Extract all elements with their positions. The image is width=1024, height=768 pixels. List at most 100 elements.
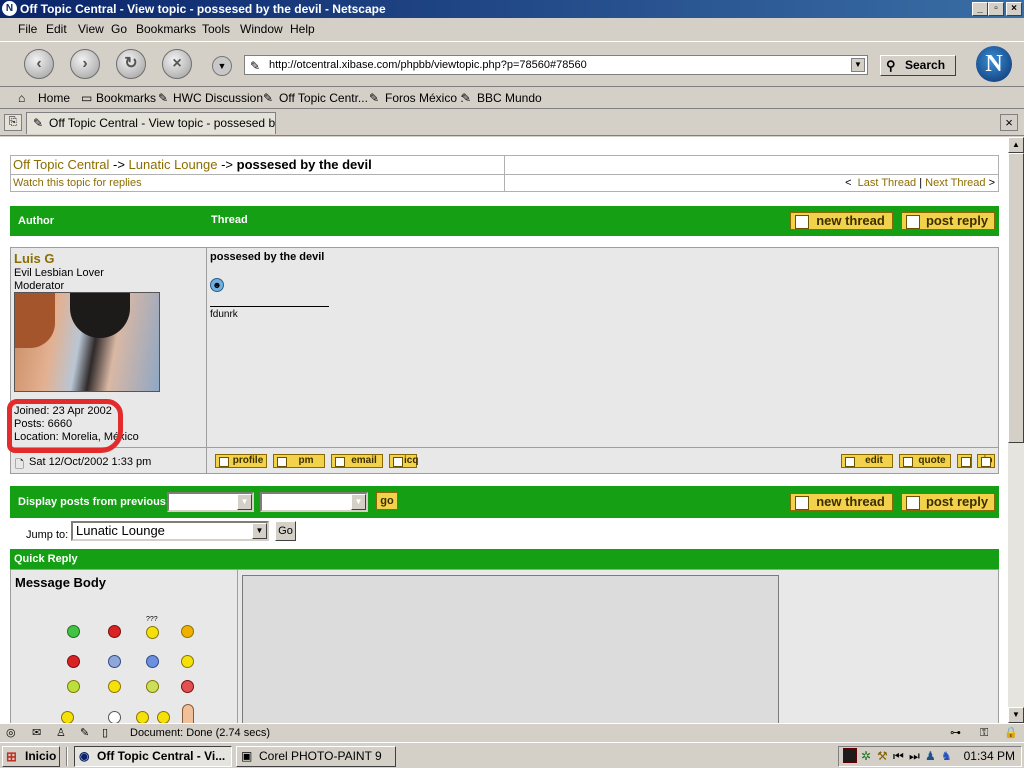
evil-smiley-icon[interactable] [67,655,80,668]
next-thread-link[interactable]: Next Thread [925,177,985,189]
tray-icon-tools[interactable]: ⚒ [877,747,888,766]
message-body-textarea[interactable] [242,575,779,723]
icq-button[interactable]: icq [389,454,418,468]
maximize-button[interactable]: ▫ [988,2,1004,16]
posts-order-select[interactable]: Oldest First ▼ [260,492,368,512]
menu-help[interactable]: Help [290,22,315,36]
breadcrumb-site-link[interactable]: Off Topic Central [13,157,109,172]
bookmark-link-icon: ✎ [263,91,274,105]
scroll-up-icon[interactable]: ▲ [1008,137,1024,153]
smile-smiley-icon[interactable] [181,655,194,668]
bookmark-foros[interactable]: Foros México : [385,91,464,105]
scroll-thumb[interactable] [1008,153,1024,443]
url-input[interactable]: ✎ http://otcentral.xibase.com/phpbb/view… [244,55,868,75]
tab-label: Off Topic Central - View topic - possese… [49,116,276,130]
media-next-icon[interactable]: ⏭ [909,747,920,766]
happy-smiley-icon[interactable] [108,680,121,693]
jump-go-button[interactable]: Go [275,521,296,541]
netscape-logo[interactable]: N [976,46,1012,82]
back-button[interactable]: ‹ [24,49,54,79]
minimize-button[interactable]: _ [972,2,988,16]
close-window-button[interactable]: × [1006,2,1022,16]
display-go-button[interactable]: go [376,492,398,510]
pm-button[interactable]: pm [273,454,325,468]
edit-button[interactable]: edit [841,454,893,468]
red-face-smiley-icon[interactable] [108,625,121,638]
mail-icon[interactable]: ✉ [32,724,41,742]
menu-go[interactable]: Go [111,22,127,36]
wink-smiley-icon[interactable] [136,711,149,723]
chevron-down-icon: ▼ [237,494,252,510]
forward-button[interactable]: › [70,49,100,79]
sad-smiley-icon[interactable] [146,655,159,668]
url-history-dropdown-icon[interactable]: ▼ [851,58,865,72]
new-tab-icon[interactable]: ⎘ [4,114,22,131]
bookmark-bbc[interactable]: BBC Mundo [477,91,542,105]
new-thread-button[interactable]: new thread [790,212,893,230]
nose-smiley-icon[interactable] [182,704,194,723]
cpu-meter-icon[interactable] [843,748,857,763]
last-thread-link[interactable]: Last Thread [858,177,917,189]
address-book-icon[interactable]: ▯ [102,724,108,742]
menu-view[interactable]: View [78,22,104,36]
post-author-link[interactable]: Luis G [14,251,54,266]
window-titlebar[interactable]: N Off Topic Central - View topic - posse… [0,0,1024,18]
bookmark-bookmarks[interactable]: Bookmarks [96,91,156,105]
menu-window[interactable]: Window [240,22,283,36]
red-highlight-marker [7,399,123,453]
home-icon[interactable]: ⌂ [18,91,25,105]
stop-button[interactable]: × [162,49,192,79]
watch-topic-link[interactable]: Watch this topic for replies [13,177,142,189]
wave-smiley-icon[interactable] [61,711,74,723]
bookmark-hwc[interactable]: HWC Discussion [173,91,263,105]
start-button[interactable]: ⊞ Inicio [2,746,60,767]
confused-smiley-icon[interactable] [146,626,159,639]
cool-smiley-icon[interactable] [181,625,194,638]
url-dropdown-icon[interactable]: ▼ [212,56,232,76]
instant-messenger-icon[interactable]: ♙ [56,724,66,742]
messenger-tray-icon[interactable]: ♟ [925,747,936,766]
grin-smiley-icon[interactable] [67,625,80,638]
mad-smiley-icon[interactable] [181,680,194,693]
delete-post-button[interactable]: x [957,454,972,468]
security-icon[interactable]: ⚿ [980,724,988,742]
jump-to-select[interactable]: Lunatic Lounge ▼ [71,521,269,541]
lock-icon[interactable]: 🔒 [1004,724,1018,742]
reload-button[interactable]: ↻ [116,49,146,79]
connection-icon: ⊶ [950,727,961,739]
laugh-smiley-icon[interactable] [157,711,170,723]
menu-bookmarks[interactable]: Bookmarks [136,22,196,36]
close-tab-button[interactable]: × [1000,114,1018,131]
vertical-scrollbar[interactable]: ▲ ▼ [1008,137,1024,723]
post-signature: fdunrk [210,309,238,320]
composer-icon[interactable]: ✎ [80,724,89,742]
tab-otc[interactable]: ✎ Off Topic Central - View topic - posse… [26,112,276,134]
quote-button[interactable]: quote [899,454,951,468]
post-reply-button-bottom[interactable]: post reply [901,493,995,511]
new-thread-button-bottom[interactable]: new thread [790,493,893,511]
display-options-bar: Display posts from previous: All Posts ▼… [10,486,999,518]
bookmark-otc[interactable]: Off Topic Centr... [279,91,368,105]
menu-edit[interactable]: Edit [46,22,67,36]
post-reply-button[interactable]: post reply [901,212,995,230]
ghost-smiley-icon[interactable] [108,711,121,723]
scroll-down-icon[interactable]: ▼ [1008,707,1024,723]
ip-button[interactable]: ip [977,454,995,468]
breadcrumb-forum-link[interactable]: Lunatic Lounge [129,157,218,172]
profile-button[interactable]: profile [215,454,267,468]
tray-icon-people[interactable]: ♞ [941,747,952,766]
posts-range-select[interactable]: All Posts ▼ [167,492,254,512]
shocked-smiley-icon[interactable] [108,655,121,668]
sick-smiley-icon[interactable] [146,680,159,693]
neutral-smiley-icon[interactable] [67,680,80,693]
menu-file[interactable]: File [18,22,37,36]
media-previous-icon[interactable]: ⏮ [893,747,904,766]
email-button[interactable]: email [331,454,383,468]
search-button[interactable]: ⚲ Search [880,55,956,76]
bookmark-home[interactable]: Home [38,91,70,105]
tray-icon-network[interactable]: ✲ [861,747,871,766]
navigator-icon[interactable]: ◎ [6,724,16,742]
menu-tools[interactable]: Tools [202,22,230,36]
task-netscape[interactable]: ◉ Off Topic Central - Vi... [74,746,232,767]
task-corel[interactable]: ▣ Corel PHOTO-PAINT 9 [236,746,396,767]
